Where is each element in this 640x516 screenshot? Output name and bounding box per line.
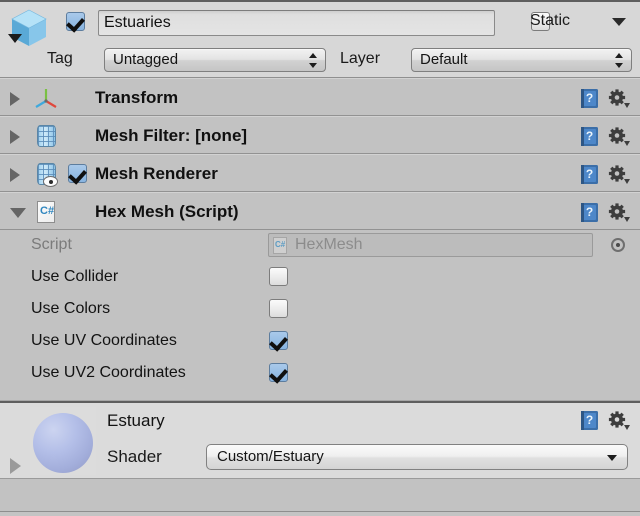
- use-uv-coordinates-checkbox[interactable]: [269, 331, 288, 350]
- foldout-arrow-icon[interactable]: [10, 168, 20, 182]
- material-name: Estuary: [107, 411, 165, 431]
- foldout-arrow-icon[interactable]: [10, 208, 26, 218]
- shader-label: Shader: [107, 447, 162, 467]
- shader-dropdown[interactable]: Custom/Estuary: [206, 444, 628, 470]
- property-row-use-colors: Use Colors: [0, 294, 640, 326]
- foldout-arrow-icon[interactable]: [10, 458, 21, 474]
- material-section: Estuary Shader Custom/Estuary ?: [0, 403, 640, 479]
- component-title: Mesh Renderer: [95, 164, 218, 184]
- script-object-field[interactable]: HexMesh: [268, 233, 593, 257]
- script-label: Script: [31, 236, 72, 254]
- chevron-down-icon: [607, 455, 617, 461]
- gear-icon[interactable]: [608, 411, 630, 431]
- gear-icon[interactable]: [608, 127, 630, 147]
- transform-axis-icon: [34, 86, 58, 110]
- gear-icon[interactable]: [608, 203, 630, 223]
- panel-bottom-fill: [0, 511, 640, 516]
- material-sphere-preview[interactable]: [30, 407, 96, 475]
- help-book-icon[interactable]: ?: [580, 410, 600, 431]
- use-uv2-coordinates-label: Use UV2 Coordinates: [31, 364, 186, 382]
- mesh-renderer-enabled-checkbox[interactable]: [68, 164, 87, 183]
- component-title: Mesh Filter: [none]: [95, 126, 247, 146]
- svg-text:?: ?: [586, 205, 593, 219]
- layer-dropdown[interactable]: Default: [411, 48, 632, 72]
- help-book-icon[interactable]: ?: [580, 88, 600, 109]
- hex-mesh-properties: Script HexMesh Use Collider Use Colors U…: [0, 230, 640, 400]
- property-row-script: Script HexMesh: [0, 230, 640, 262]
- component-title: Hex Mesh (Script): [95, 202, 239, 222]
- tag-dropdown[interactable]: Untagged: [104, 48, 326, 72]
- mesh-renderer-icon: [34, 162, 58, 186]
- component-header-hex-mesh[interactable]: C# Hex Mesh (Script) ?: [0, 192, 640, 230]
- svg-text:?: ?: [586, 167, 593, 181]
- script-value: HexMesh: [295, 234, 363, 256]
- target-select-icon[interactable]: [611, 238, 625, 252]
- foldout-arrow-icon[interactable]: [10, 130, 20, 144]
- gear-icon[interactable]: [608, 165, 630, 185]
- help-book-icon[interactable]: ?: [580, 126, 600, 147]
- cube-icon[interactable]: [6, 6, 52, 52]
- use-uv2-coordinates-checkbox[interactable]: [269, 363, 288, 382]
- csharp-script-icon: C#: [34, 200, 58, 224]
- svg-text:?: ?: [586, 91, 593, 105]
- updown-arrows-icon: [309, 53, 318, 68]
- shader-value: Custom/Estuary: [217, 445, 324, 469]
- tag-value: Untagged: [113, 49, 178, 71]
- gameobject-name-input[interactable]: [98, 10, 495, 36]
- component-header-mesh-filter[interactable]: Mesh Filter: [none] ?: [0, 116, 640, 154]
- layer-value: Default: [420, 49, 468, 71]
- use-collider-checkbox[interactable]: [269, 267, 288, 286]
- cube-dropdown-arrow-icon[interactable]: [8, 34, 22, 43]
- use-collider-label: Use Collider: [31, 268, 118, 286]
- tag-label: Tag: [47, 50, 73, 68]
- help-book-icon[interactable]: ?: [580, 202, 600, 223]
- use-uv-coordinates-label: Use UV Coordinates: [31, 332, 177, 350]
- svg-text:?: ?: [586, 129, 593, 143]
- layer-label: Layer: [340, 50, 380, 68]
- eye-icon: [43, 176, 58, 187]
- unity-inspector-panel: Static Tag Untagged Layer Default Transf…: [0, 0, 640, 516]
- component-header-transform[interactable]: Transform ?: [0, 78, 640, 116]
- gameobject-header: Static Tag Untagged Layer Default: [0, 0, 640, 78]
- property-row-use-uv2-coordinates: Use UV2 Coordinates: [0, 358, 640, 390]
- static-label: Static: [530, 11, 570, 31]
- property-row-use-uv-coordinates: Use UV Coordinates: [0, 326, 640, 358]
- use-colors-label: Use Colors: [31, 300, 110, 318]
- component-title: Transform: [95, 88, 178, 108]
- gear-icon[interactable]: [608, 89, 630, 109]
- updown-arrows-icon: [615, 53, 624, 68]
- component-header-mesh-renderer[interactable]: Mesh Renderer ?: [0, 154, 640, 192]
- mesh-filter-icon: [34, 124, 58, 148]
- foldout-arrow-icon[interactable]: [10, 92, 20, 106]
- svg-text:?: ?: [586, 413, 593, 427]
- help-book-icon[interactable]: ?: [580, 164, 600, 185]
- use-colors-checkbox[interactable]: [269, 299, 288, 318]
- static-dropdown-arrow-icon[interactable]: [612, 18, 626, 26]
- property-row-use-collider: Use Collider: [0, 262, 640, 294]
- csharp-script-icon: [273, 237, 287, 254]
- gameobject-active-checkbox[interactable]: [66, 12, 85, 31]
